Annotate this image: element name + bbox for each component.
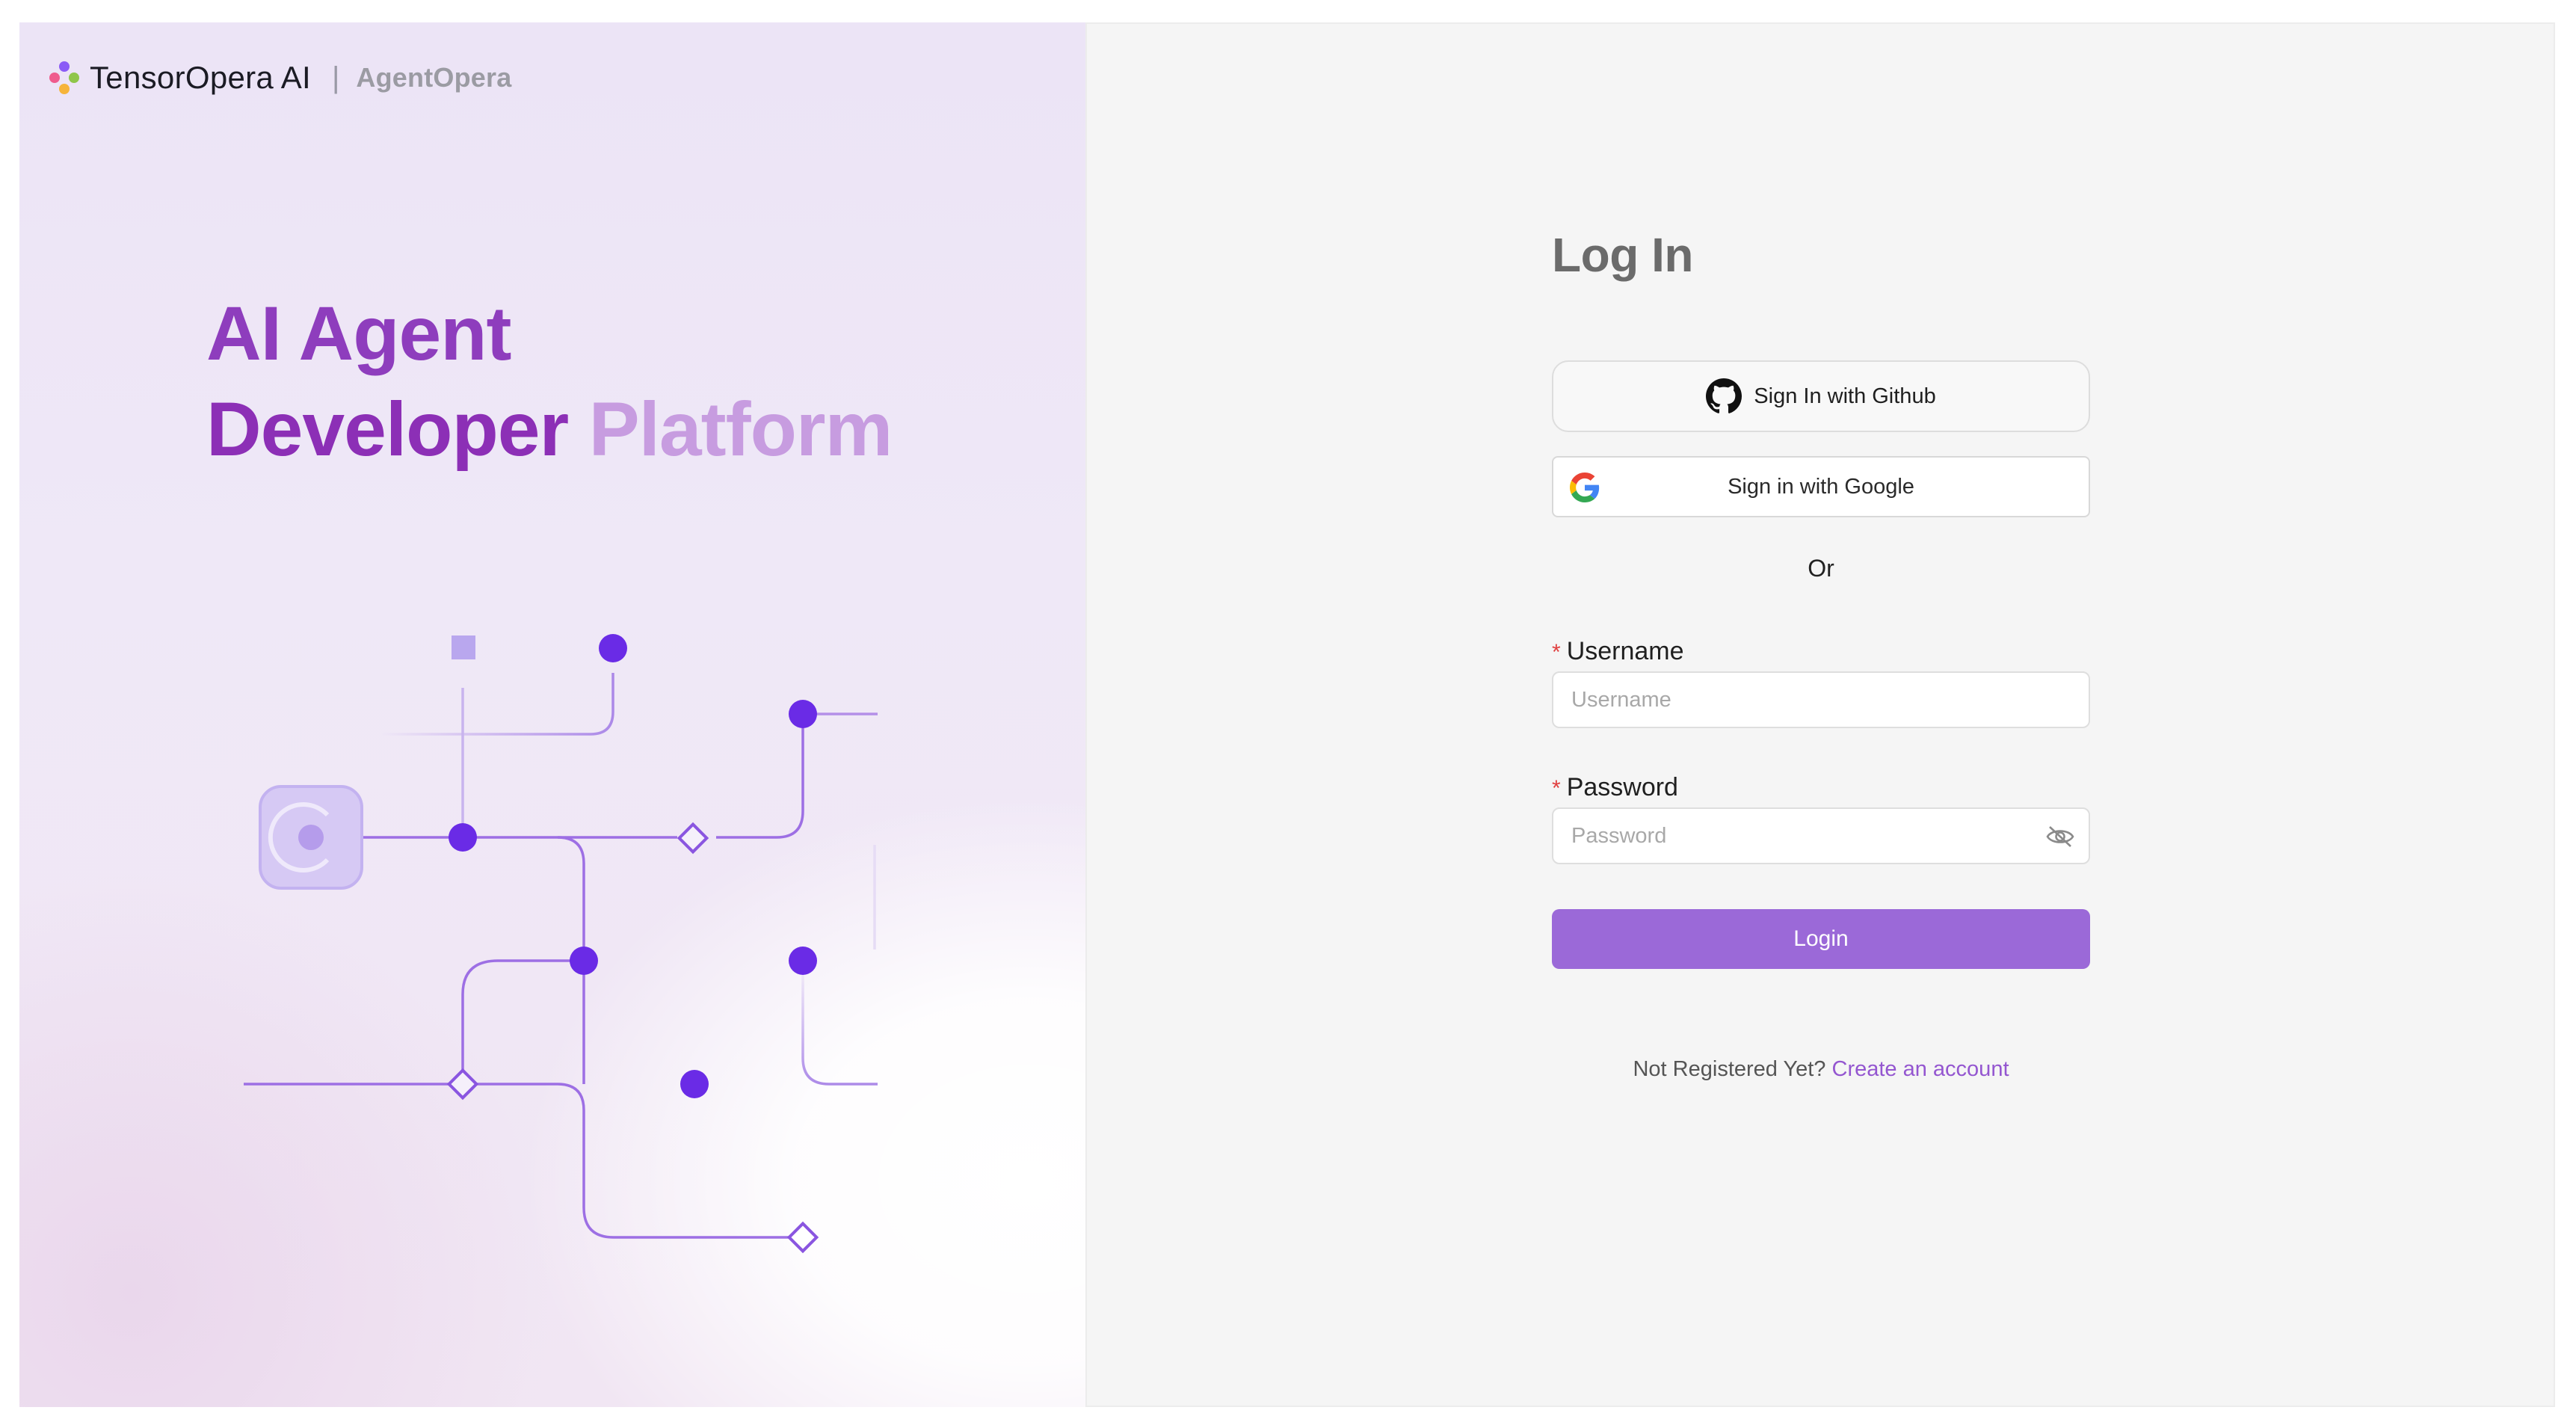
username-label-text: Username [1566, 637, 1684, 665]
register-prompt: Not Registered Yet? Create an account [1552, 1057, 2090, 1082]
login-panel: Log In Sign In with Github Sign in with … [1085, 22, 2555, 1407]
required-mark: * [1552, 640, 1561, 665]
username-input[interactable] [1552, 671, 2090, 728]
circuit-trace [716, 721, 804, 839]
diamond-node [446, 1068, 479, 1101]
password-input[interactable] [1552, 807, 2090, 864]
diamond-node [786, 1221, 819, 1254]
login-title: Log In [1552, 228, 1693, 282]
circuit-trace [244, 1083, 803, 1239]
node-dot [789, 947, 817, 975]
login-button[interactable]: Login [1552, 909, 2090, 969]
node-dot [789, 700, 817, 728]
create-account-link[interactable]: Create an account [1832, 1057, 2009, 1081]
circuit-trace [461, 959, 584, 1084]
google-icon [1570, 473, 1600, 502]
or-divider: Or [1808, 555, 1834, 582]
circuit-trace [381, 673, 614, 736]
required-mark: * [1552, 776, 1561, 801]
password-label: * Password [1552, 773, 1678, 802]
register-prompt-text: Not Registered Yet? [1633, 1057, 1826, 1081]
diamond-node [677, 822, 709, 855]
node-dot [599, 634, 627, 662]
chip-node [298, 825, 324, 850]
square-node [452, 635, 475, 659]
eye-off-icon[interactable] [2045, 825, 2075, 848]
google-signin-label: Sign in with Google [1728, 474, 1914, 499]
circuit-illustration [244, 598, 878, 1254]
username-label: * Username [1552, 637, 1684, 666]
node-dot [680, 1070, 709, 1098]
hero-panel: TensorOpera AI | AgentOpera AI Agent Dev… [19, 22, 1085, 1407]
circuit-trace [801, 961, 878, 1086]
github-signin-button[interactable]: Sign In with Github [1552, 360, 2090, 432]
github-icon [1706, 378, 1743, 413]
password-label-text: Password [1566, 773, 1678, 801]
google-signin-button[interactable]: Sign in with Google [1552, 456, 2090, 517]
github-signin-label: Sign In with Github [1754, 384, 1936, 408]
node-dot [449, 823, 477, 852]
node-dot [570, 947, 598, 975]
